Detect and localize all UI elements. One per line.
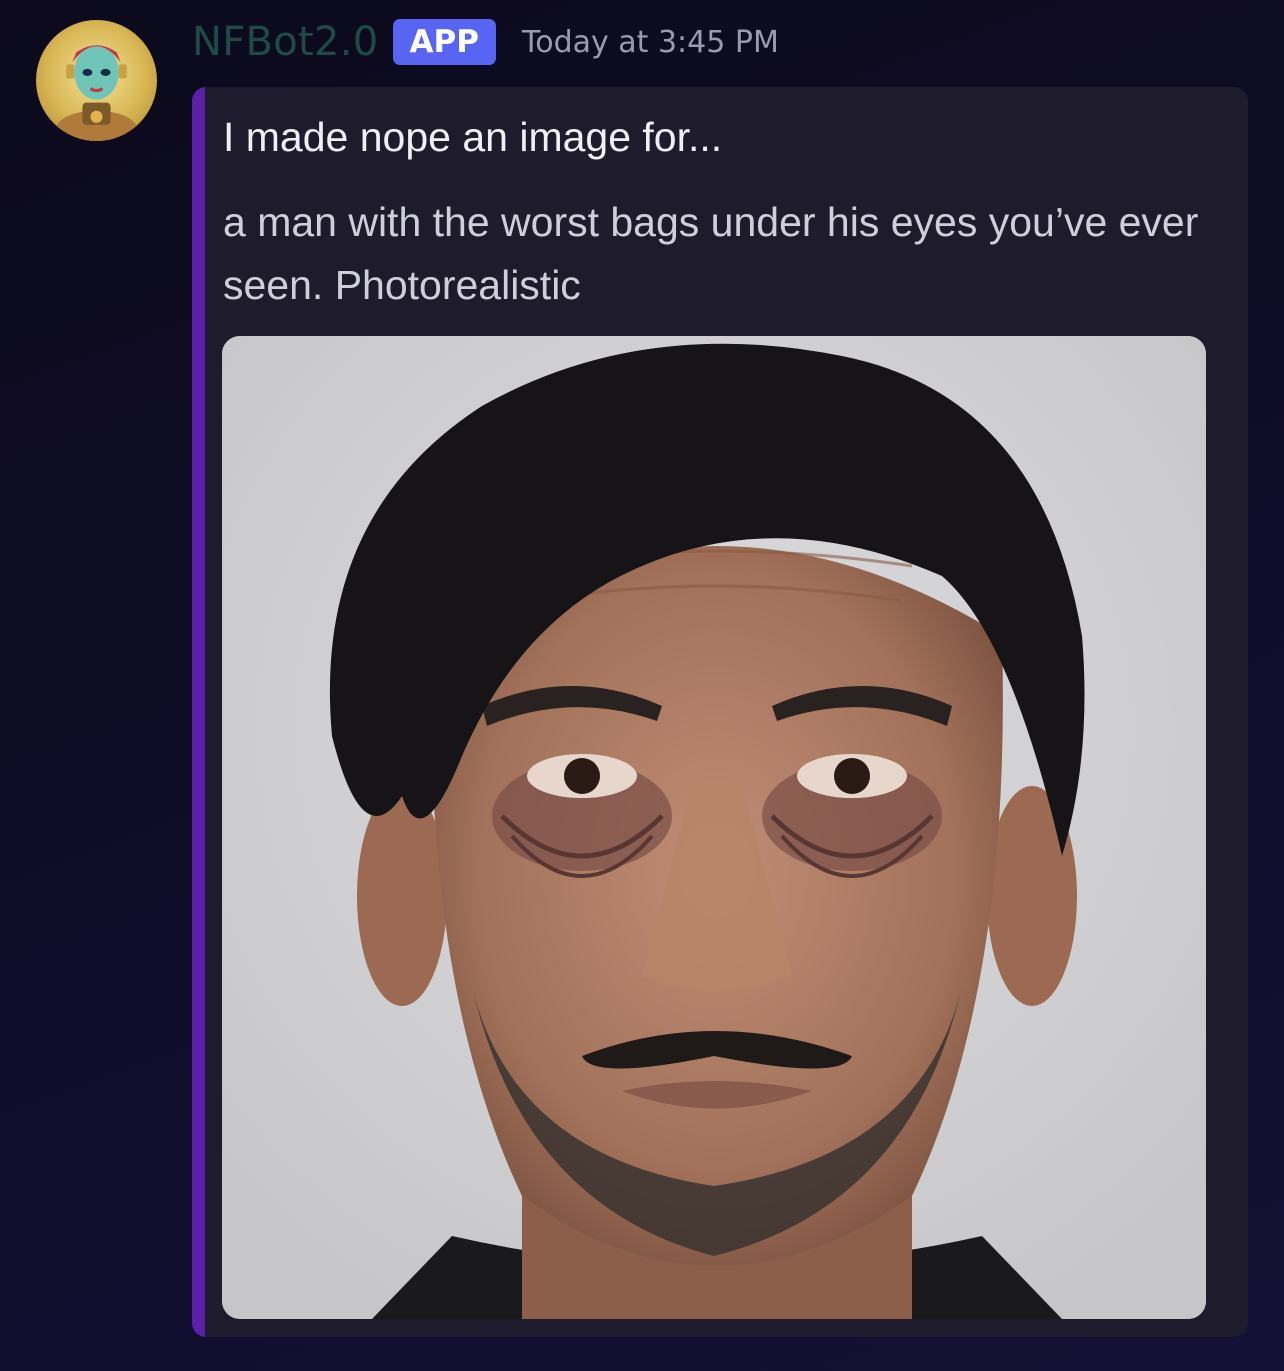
message-header: NFBot2.0 APP Today at 3:45 PM <box>192 14 779 70</box>
bot-avatar[interactable] <box>36 20 157 141</box>
message-timestamp[interactable]: Today at 3:45 PM <box>522 25 779 60</box>
author-name[interactable]: NFBot2.0 <box>192 19 379 65</box>
embed-title: I made nope an image for... <box>223 114 723 160</box>
portrait-image <box>222 336 1206 1319</box>
robot-avatar-icon <box>56 45 137 141</box>
embed-image[interactable] <box>222 336 1206 1319</box>
message-embed: I made nope an image for... a man with t… <box>192 87 1248 1337</box>
embed-description: a man with the worst bags under his eyes… <box>223 199 1199 308</box>
app-badge: APP <box>392 19 496 65</box>
embed-accent-bar <box>192 87 205 1337</box>
